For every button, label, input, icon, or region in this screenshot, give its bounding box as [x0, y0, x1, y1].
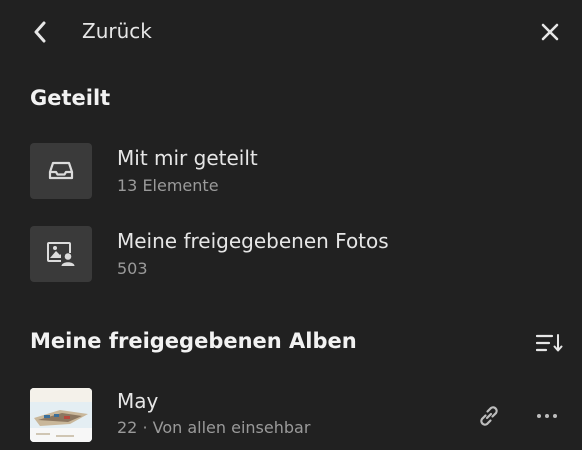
album-item[interactable]: May 22 · Von allen einsehbar — [0, 388, 582, 448]
inbox-tray-icon — [48, 161, 74, 180]
sort-icon — [536, 334, 563, 352]
sort-button[interactable] — [532, 328, 568, 358]
my-shared-photos-tile — [30, 226, 92, 282]
shared-with-me-count: 13 Elemente — [117, 176, 219, 195]
my-shared-photos-count: 503 — [117, 259, 148, 278]
shared-photo-person-icon — [47, 242, 75, 266]
more-horizontal-icon — [537, 414, 557, 418]
album-title: May — [117, 389, 159, 413]
album-meta: 22 · Von allen einsehbar — [117, 418, 311, 437]
section-title-shared-albums: Meine freigegebenen Alben — [30, 329, 357, 353]
back-label[interactable]: Zurück — [82, 17, 152, 45]
shared-with-me-title: Mit mir geteilt — [117, 146, 258, 170]
album-thumbnail — [30, 388, 92, 442]
my-shared-photos-title: Meine freigegebenen Fotos — [117, 229, 389, 253]
back-button[interactable] — [24, 14, 56, 50]
my-shared-photos-item[interactable]: Meine freigegebenen Fotos 503 — [0, 226, 582, 286]
link-icon — [480, 406, 498, 426]
shared-with-me-tile — [30, 143, 92, 199]
shared-with-me-item[interactable]: Mit mir geteilt 13 Elemente — [0, 143, 582, 203]
section-title-shared: Geteilt — [30, 86, 111, 110]
more-options-button[interactable] — [530, 400, 564, 432]
close-button[interactable] — [532, 14, 568, 50]
share-link-button[interactable] — [472, 400, 506, 432]
close-icon — [541, 23, 559, 41]
chevron-left-icon — [34, 21, 46, 43]
